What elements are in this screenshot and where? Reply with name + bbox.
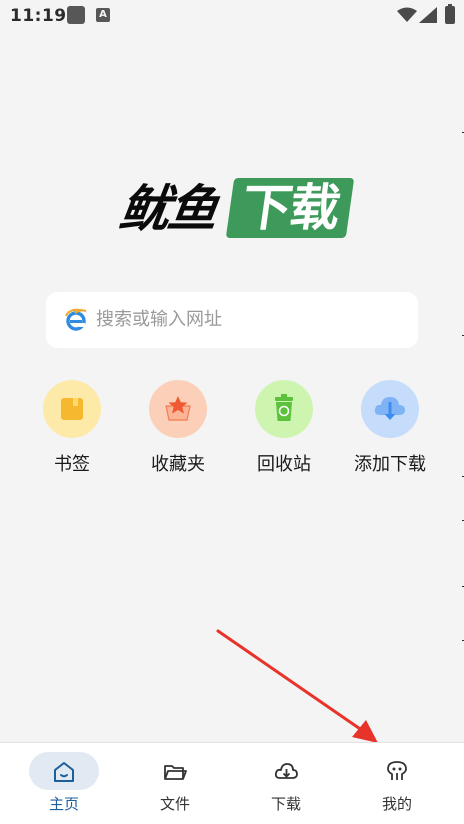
cloud-download-icon — [274, 763, 298, 779]
favorites-label: 收藏夹 — [151, 454, 205, 475]
recycle-bin-icon-circle — [255, 380, 313, 438]
folder-icon — [164, 765, 187, 780]
search-placeholder: 搜索或输入网址 — [96, 309, 222, 330]
nav-label-home: 主页 — [48, 795, 79, 813]
battery-icon — [445, 4, 455, 24]
nav-label-files: 文件 — [159, 795, 190, 813]
nav-label-me: 我的 — [381, 795, 412, 813]
status-time: 11:19 — [10, 6, 67, 26]
app-logo: 鱿鱼 下载 — [116, 178, 355, 240]
profile-icon — [387, 761, 407, 780]
nav-item-home[interactable]: 主页 — [0, 743, 128, 824]
favorites-icon-circle — [149, 380, 207, 438]
bookmark-label: 书签 — [54, 454, 90, 475]
ie-browser-icon — [65, 308, 87, 331]
nav-item-me[interactable]: 我的 — [333, 743, 461, 824]
add-download-button[interactable]: 添加下载 — [340, 380, 440, 476]
logo-text-left: 鱿鱼 — [115, 180, 221, 238]
status-bar: 11:19 A — [0, 0, 464, 34]
nav-item-downloads[interactable]: 下载 — [222, 743, 350, 824]
bookmark-icon-circle — [43, 380, 101, 438]
wifi-icon — [397, 7, 417, 22]
bottom-navigation: 主页 文件 下载 我的 — [0, 742, 464, 824]
add-download-icon-circle — [361, 380, 419, 438]
recycle-bin-label: 回收站 — [257, 454, 311, 475]
app-screen: 11:19 A 鱿鱼 下载 搜索或输入网址 书签 收藏夹 回收站 添加下载 主页… — [0, 0, 464, 824]
bookmark-button[interactable]: 书签 — [22, 380, 122, 476]
add-download-label: 添加下载 — [354, 454, 426, 475]
favorites-button[interactable]: 收藏夹 — [128, 380, 228, 476]
recycle-bin-button[interactable]: 回收站 — [234, 380, 334, 476]
nav-item-files[interactable]: 文件 — [111, 743, 239, 824]
cloud-download-icon — [374, 397, 405, 420]
notification-app-icon — [67, 6, 85, 24]
notification-a-icon: A — [96, 8, 110, 22]
annotation-arrow-icon — [216, 629, 378, 743]
home-icon — [54, 762, 74, 782]
star-basket-icon — [165, 396, 191, 421]
bookmark-icon — [61, 398, 83, 420]
nav-label-downloads: 下载 — [270, 795, 301, 813]
logo-text-right: 下载 — [225, 178, 355, 238]
recycle-bin-icon — [275, 394, 293, 421]
cellular-signal-icon — [419, 7, 437, 23]
search-input[interactable]: 搜索或输入网址 — [46, 292, 418, 348]
